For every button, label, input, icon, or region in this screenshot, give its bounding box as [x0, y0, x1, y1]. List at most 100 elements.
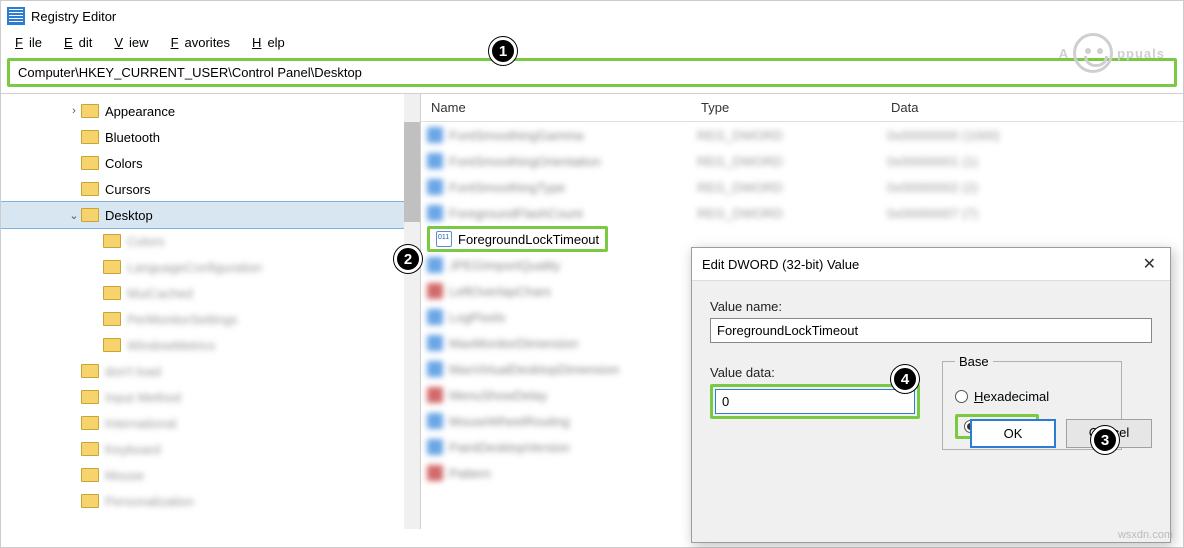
- tree-item[interactable]: WindowMetrics: [1, 332, 420, 358]
- folder-icon: [81, 390, 99, 404]
- tree-item-label: Desktop: [105, 208, 153, 223]
- tree-item-label: Input Method: [105, 390, 181, 405]
- value-data-label: Value data:: [710, 365, 920, 380]
- tree-item[interactable]: MuiCached: [1, 280, 420, 306]
- folder-icon: [81, 442, 99, 456]
- tree-item[interactable]: don't load: [1, 358, 420, 384]
- tree-item[interactable]: Cursors: [1, 176, 420, 202]
- list-header: Name Type Data: [421, 94, 1183, 122]
- col-name[interactable]: Name: [421, 94, 691, 121]
- radio-hex[interactable]: [955, 390, 968, 403]
- col-data[interactable]: Data: [881, 94, 1183, 121]
- tree-item[interactable]: Mouse: [1, 462, 420, 488]
- tree-item-label: WindowMetrics: [127, 338, 215, 353]
- tree-item[interactable]: Personalization: [1, 488, 420, 514]
- tree-item[interactable]: Colors: [1, 150, 420, 176]
- folder-icon: [103, 312, 121, 326]
- registry-tree[interactable]: › Appearance Bluetooth Colors Cursors ⌄ Deskto…: [1, 94, 421, 529]
- value-name-field[interactable]: [710, 318, 1152, 343]
- folder-icon: [81, 416, 99, 430]
- menu-edit[interactable]: Edit: [58, 33, 104, 52]
- edit-dword-dialog: Edit DWORD (32-bit) Value ✕ Value name: …: [691, 247, 1171, 543]
- tree-item-label: International: [105, 416, 177, 431]
- tree-item[interactable]: PerMonitorSettings: [1, 306, 420, 332]
- regedit-icon: [7, 7, 25, 25]
- tree-item-label: Mouse: [105, 468, 144, 483]
- face-icon: [1073, 33, 1113, 73]
- titlebar: Registry Editor: [1, 1, 1183, 31]
- tree-item[interactable]: Colors: [1, 228, 420, 254]
- tree-item[interactable]: ⌄ Desktop: [1, 202, 420, 228]
- value-icon: [427, 361, 443, 377]
- folder-icon: [103, 260, 121, 274]
- tree-item[interactable]: International: [1, 410, 420, 436]
- scrollbar-thumb[interactable]: [404, 122, 420, 222]
- value-icon: [427, 127, 443, 143]
- tree-item-label: Appearance: [105, 104, 175, 119]
- tree-item[interactable]: LanguageConfiguration: [1, 254, 420, 280]
- callout-3: 3: [1091, 426, 1119, 454]
- folder-icon: [103, 338, 121, 352]
- value-icon: [427, 153, 443, 169]
- value-name: FontSmoothingType: [449, 180, 565, 195]
- tree-item-label: Keyboard: [105, 442, 161, 457]
- address-bar[interactable]: Computer\HKEY_CURRENT_USER\Control Panel…: [7, 58, 1177, 87]
- radio-hex-row[interactable]: Hexadecimal: [955, 389, 1109, 404]
- value-name: FontSmoothingOrientation: [449, 154, 601, 169]
- value-name: FontSmoothingGamma: [449, 128, 583, 143]
- value-name: MouseWheelRouting: [449, 414, 570, 429]
- tree-item-label: Colors: [105, 156, 143, 171]
- value-icon: [427, 309, 443, 325]
- tree-item-label: Bluetooth: [105, 130, 160, 145]
- expander-icon[interactable]: ⌄: [67, 209, 81, 222]
- value-name: MaxVirtualDesktopDimension: [449, 362, 619, 377]
- brand-watermark: A ppuals: [1059, 33, 1165, 73]
- tree-item-label: MuiCached: [127, 286, 193, 301]
- callout-1: 1: [489, 37, 517, 65]
- folder-icon: [81, 208, 99, 222]
- tree-item[interactable]: Input Method: [1, 384, 420, 410]
- value-data-field[interactable]: [715, 389, 915, 414]
- value-icon: [427, 439, 443, 455]
- selected-value-highlight: ForegroundLockTimeout: [427, 226, 608, 252]
- folder-icon: [81, 494, 99, 508]
- value-icon: [427, 387, 443, 403]
- value-icon: [427, 335, 443, 351]
- folder-icon: [103, 286, 121, 300]
- folder-icon: [81, 182, 99, 196]
- list-row[interactable]: FontSmoothingOrientationREG_DWORD0x00000…: [421, 148, 1183, 174]
- folder-icon: [81, 130, 99, 144]
- col-type[interactable]: Type: [691, 94, 881, 121]
- value-name: ForegroundFlashCount: [449, 206, 583, 221]
- dialog-titlebar[interactable]: Edit DWORD (32-bit) Value ✕: [692, 248, 1170, 281]
- tree-item[interactable]: › Appearance: [1, 98, 420, 124]
- value-name: ForegroundLockTimeout: [458, 232, 599, 247]
- value-name: LeftOverlapChars: [449, 284, 551, 299]
- value-icon: [427, 179, 443, 195]
- ok-button[interactable]: OK: [970, 419, 1056, 448]
- list-row[interactable]: FontSmoothingGammaREG_DWORD0x00000000 (1…: [421, 122, 1183, 148]
- menu-file[interactable]: File: [9, 33, 54, 52]
- menu-help[interactable]: Help: [246, 33, 297, 52]
- value-name: JPEGImportQuality: [449, 258, 560, 273]
- tree-item-label: Colors: [127, 234, 165, 249]
- value-icon: [427, 413, 443, 429]
- list-row[interactable]: FontSmoothingTypeREG_DWORD0x00000002 (2): [421, 174, 1183, 200]
- menu-view[interactable]: View: [108, 33, 160, 52]
- value-name: MenuShowDelay: [449, 388, 547, 403]
- value-name: MaxMonitorDimension: [449, 336, 578, 351]
- expander-icon[interactable]: ›: [67, 105, 81, 117]
- tree-item-label: PerMonitorSettings: [127, 312, 238, 327]
- tree-item[interactable]: Keyboard: [1, 436, 420, 462]
- list-row[interactable]: ForegroundFlashCountREG_DWORD0x00000007 …: [421, 200, 1183, 226]
- close-icon[interactable]: ✕: [1139, 254, 1160, 274]
- dialog-title-text: Edit DWORD (32-bit) Value: [702, 257, 859, 272]
- radio-hex-label: Hexadecimal: [974, 389, 1049, 404]
- value-icon: [427, 205, 443, 221]
- tree-item-label: Personalization: [105, 494, 194, 509]
- window-title: Registry Editor: [31, 9, 116, 24]
- folder-icon: [103, 234, 121, 248]
- menu-favorites[interactable]: Favorites: [165, 33, 242, 52]
- tree-item-label: Cursors: [105, 182, 151, 197]
- tree-item[interactable]: Bluetooth: [1, 124, 420, 150]
